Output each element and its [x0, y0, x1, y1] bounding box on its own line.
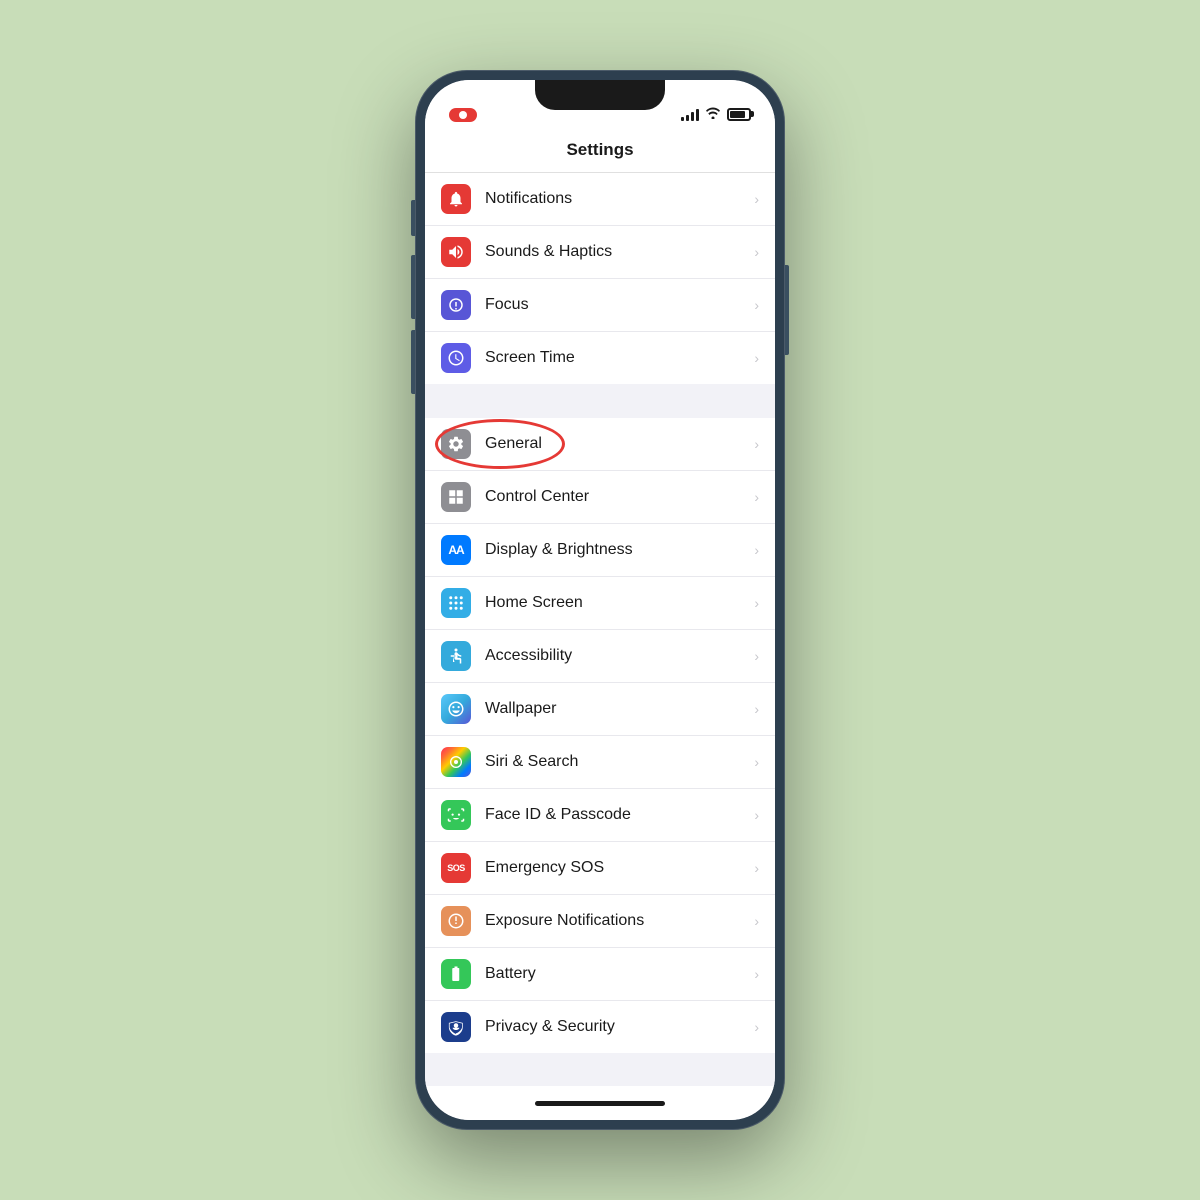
general-chevron: ›: [754, 436, 759, 452]
emergency-sos-icon: SOS: [441, 853, 471, 883]
settings-item-focus[interactable]: Focus ›: [425, 279, 775, 332]
control-center-icon: [441, 482, 471, 512]
separator-2: [425, 1053, 775, 1086]
faceid-chevron: ›: [754, 807, 759, 823]
accessibility-chevron: ›: [754, 648, 759, 664]
sounds-icon: [441, 237, 471, 267]
mute-button[interactable]: [411, 200, 415, 236]
signal-icon: [681, 107, 699, 121]
focus-icon: [441, 290, 471, 320]
exposure-icon: [441, 906, 471, 936]
battery-settings-icon: [441, 959, 471, 989]
faceid-icon: [441, 800, 471, 830]
wallpaper-chevron: ›: [754, 701, 759, 717]
settings-item-notifications[interactable]: Notifications ›: [425, 173, 775, 226]
general-icon: [441, 429, 471, 459]
control-center-label: Control Center: [485, 488, 754, 506]
settings-item-sounds[interactable]: Sounds & Haptics ›: [425, 226, 775, 279]
separator-1: [425, 384, 775, 418]
notifications-icon: [441, 184, 471, 214]
emergency-sos-chevron: ›: [754, 860, 759, 876]
home-bar-indicator: [535, 1101, 665, 1106]
display-chevron: ›: [754, 542, 759, 558]
settings-item-privacy[interactable]: Privacy & Security ›: [425, 1001, 775, 1053]
settings-item-wallpaper[interactable]: Wallpaper ›: [425, 683, 775, 736]
accessibility-icon: [441, 641, 471, 671]
home-screen-chevron: ›: [754, 595, 759, 611]
status-right: [681, 106, 751, 122]
settings-group-2: General › Control Center › AA: [425, 418, 775, 1053]
settings-item-control-center[interactable]: Control Center ›: [425, 471, 775, 524]
home-screen-label: Home Screen: [485, 594, 754, 612]
accessibility-label: Accessibility: [485, 647, 754, 665]
display-label: Display & Brightness: [485, 541, 754, 559]
settings-list[interactable]: Notifications › Sounds & Haptics ›: [425, 173, 775, 1086]
battery-icon: [727, 108, 751, 121]
home-bar: [425, 1086, 775, 1120]
general-label: General: [485, 435, 754, 453]
sounds-label: Sounds & Haptics: [485, 243, 754, 261]
battery-label: Battery: [485, 965, 754, 983]
exposure-chevron: ›: [754, 913, 759, 929]
status-bar: [425, 80, 775, 130]
focus-label: Focus: [485, 296, 754, 314]
record-dot: [459, 111, 467, 119]
volume-up-button[interactable]: [411, 255, 415, 319]
settings-item-screen-time[interactable]: Screen Time ›: [425, 332, 775, 384]
display-icon: AA: [441, 535, 471, 565]
navigation-bar: Settings: [425, 130, 775, 173]
privacy-icon: [441, 1012, 471, 1042]
settings-item-general[interactable]: General ›: [425, 418, 775, 471]
screen-time-icon: [441, 343, 471, 373]
notifications-label: Notifications: [485, 190, 754, 208]
settings-item-display[interactable]: AA Display & Brightness ›: [425, 524, 775, 577]
wallpaper-label: Wallpaper: [485, 700, 754, 718]
wifi-icon: [705, 106, 721, 122]
status-left: [449, 108, 477, 122]
wallpaper-icon: [441, 694, 471, 724]
settings-group-1: Notifications › Sounds & Haptics ›: [425, 173, 775, 384]
record-indicator: [449, 108, 477, 122]
control-center-chevron: ›: [754, 489, 759, 505]
siri-label: Siri & Search: [485, 753, 754, 771]
privacy-chevron: ›: [754, 1019, 759, 1035]
screen-time-label: Screen Time: [485, 349, 754, 367]
settings-item-exposure[interactable]: Exposure Notifications ›: [425, 895, 775, 948]
emergency-sos-label: Emergency SOS: [485, 859, 754, 877]
notifications-chevron: ›: [754, 191, 759, 207]
settings-item-siri[interactable]: Siri & Search ›: [425, 736, 775, 789]
settings-item-faceid[interactable]: Face ID & Passcode ›: [425, 789, 775, 842]
volume-down-button[interactable]: [411, 330, 415, 394]
power-button[interactable]: [785, 265, 789, 355]
privacy-label: Privacy & Security: [485, 1018, 754, 1036]
screen-time-chevron: ›: [754, 350, 759, 366]
settings-item-emergency-sos[interactable]: SOS Emergency SOS ›: [425, 842, 775, 895]
home-screen-icon: [441, 588, 471, 618]
siri-chevron: ›: [754, 754, 759, 770]
notch: [535, 80, 665, 110]
faceid-label: Face ID & Passcode: [485, 806, 754, 824]
sounds-chevron: ›: [754, 244, 759, 260]
exposure-label: Exposure Notifications: [485, 912, 754, 930]
settings-item-home-screen[interactable]: Home Screen ›: [425, 577, 775, 630]
battery-chevron: ›: [754, 966, 759, 982]
page-title: Settings: [566, 140, 633, 159]
phone-frame: Settings Notifications ›: [415, 70, 785, 1130]
siri-icon: [441, 747, 471, 777]
focus-chevron: ›: [754, 297, 759, 313]
settings-item-battery[interactable]: Battery ›: [425, 948, 775, 1001]
settings-item-accessibility[interactable]: Accessibility ›: [425, 630, 775, 683]
phone-screen: Settings Notifications ›: [425, 80, 775, 1120]
